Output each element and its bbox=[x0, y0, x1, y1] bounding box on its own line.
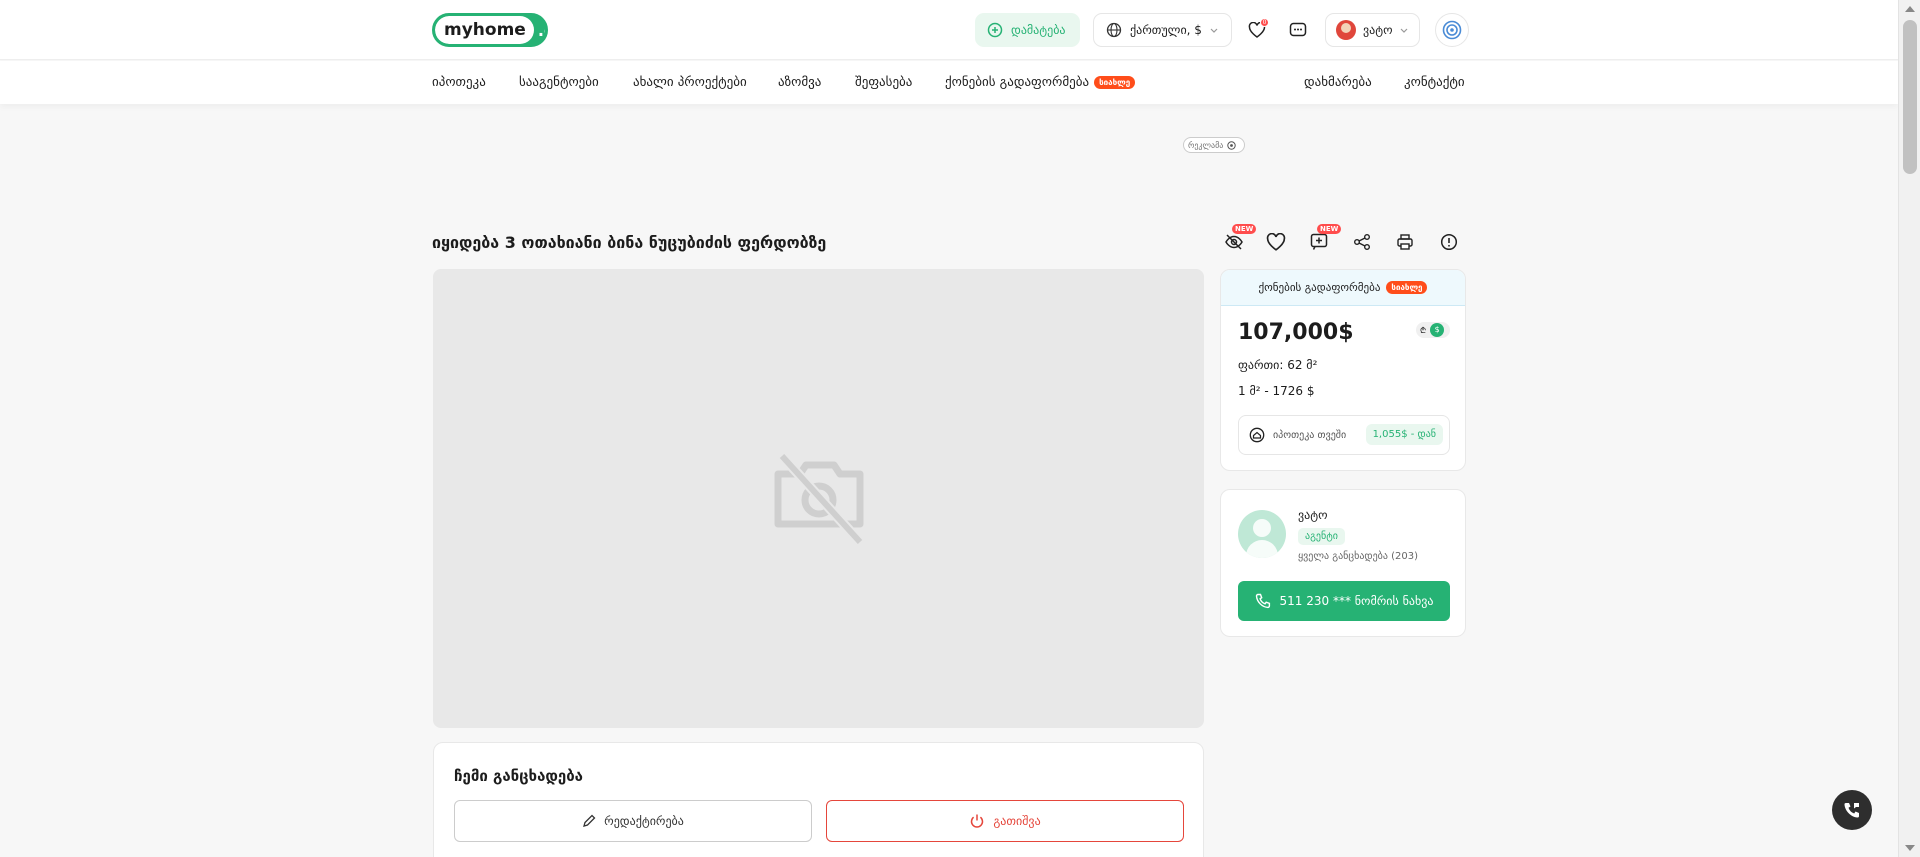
nav-label: აზომვა bbox=[778, 75, 822, 90]
nav-item-new-projects[interactable]: ახალი პროექტები bbox=[633, 75, 747, 90]
currency-toggle[interactable]: ₾ $ bbox=[1416, 322, 1450, 338]
chat-icon bbox=[1289, 22, 1307, 36]
photo-gallery[interactable] bbox=[433, 269, 1204, 728]
edit-listing-label: რედაქტირება bbox=[604, 814, 684, 828]
agent-avatar[interactable] bbox=[1238, 510, 1286, 558]
chevron-down-icon bbox=[1210, 28, 1218, 33]
listing-price: 107,000$ bbox=[1238, 320, 1354, 345]
share-icon bbox=[1354, 234, 1370, 250]
logo-main-text: myhome bbox=[435, 16, 534, 44]
add-note-button[interactable]: NEW bbox=[1307, 224, 1342, 254]
new-badge: სიახლე bbox=[1094, 76, 1136, 89]
user-avatar bbox=[1336, 20, 1356, 40]
language-currency-select[interactable]: ქართული, $ bbox=[1093, 13, 1232, 47]
nav-item-property-transfer[interactable]: ქონების გადაფორმება სიახლე bbox=[945, 75, 1136, 90]
chevron-down-icon bbox=[1400, 28, 1407, 33]
listing-area: ფართი: 62 მ² bbox=[1238, 358, 1318, 372]
hide-listing-button[interactable]: NEW bbox=[1222, 224, 1257, 254]
agent-card: ვატო აგენტი ყველა განცხადება (203) 511 2… bbox=[1220, 489, 1466, 637]
scroll-up-arrow[interactable] bbox=[1905, 6, 1915, 12]
nav-item-contact[interactable]: კონტაქტი bbox=[1404, 75, 1465, 90]
my-listing-title: ჩემი განცხადება bbox=[454, 767, 583, 785]
currency-gel: ₾ bbox=[1420, 325, 1427, 335]
mortgage-calculator[interactable]: იპოთეკა თვეში 1,055$ - დან bbox=[1238, 415, 1450, 455]
plus-circle-icon bbox=[987, 22, 1003, 38]
nav-item-mortgage[interactable]: იპოთეკა bbox=[432, 75, 486, 90]
tnet-logo-icon bbox=[1442, 20, 1462, 40]
nav-label: ახალი პროექტები bbox=[633, 75, 747, 90]
price-card: ქონების გადაფორმება სიახლე 107,000$ ₾ $ … bbox=[1220, 269, 1466, 471]
mortgage-label: იპოთეკა თვეში bbox=[1273, 429, 1347, 441]
nav-label: დახმარება bbox=[1304, 75, 1372, 90]
favorite-listing-button[interactable] bbox=[1264, 230, 1288, 254]
nav-label: ქონების გადაფორმება bbox=[945, 75, 1090, 90]
deactivate-listing-button[interactable]: გათიშვა bbox=[826, 800, 1184, 842]
favorites-button[interactable]: 0 bbox=[1245, 18, 1269, 42]
nav-item-measurement[interactable]: აზომვა bbox=[778, 75, 821, 90]
nav-item-agencies[interactable]: სააგენტოები bbox=[519, 75, 599, 90]
language-currency-label: ქართული, $ bbox=[1130, 23, 1202, 37]
tnet-services-button[interactable] bbox=[1435, 13, 1469, 47]
no-image-icon bbox=[774, 452, 864, 545]
pencil-icon bbox=[583, 814, 596, 827]
add-listing-label: დამატება bbox=[1011, 23, 1066, 37]
nav-label: შეფასება bbox=[855, 75, 913, 90]
info-circle-icon bbox=[1440, 233, 1458, 251]
edit-listing-button[interactable]: რედაქტირება bbox=[454, 800, 812, 842]
top-header: myhome .ge დამატება ქართული, $ 0 ვატო bbox=[0, 0, 1898, 60]
phone-chat-icon bbox=[1844, 803, 1859, 818]
report-button[interactable] bbox=[1437, 230, 1461, 254]
nav-item-valuation[interactable]: შეფასება bbox=[855, 75, 912, 90]
scrollbar-thumb[interactable] bbox=[1903, 20, 1917, 174]
messages-button[interactable] bbox=[1286, 18, 1310, 42]
note-plus-icon bbox=[1310, 233, 1328, 250]
print-button[interactable] bbox=[1393, 230, 1417, 254]
heart-icon bbox=[1266, 233, 1286, 251]
user-menu-button[interactable]: ვატო bbox=[1325, 13, 1420, 47]
logo-suffix-text: .ge bbox=[537, 20, 545, 40]
main-navigation: იპოთეკა სააგენტოები ახალი პროექტები აზომ… bbox=[0, 61, 1898, 104]
scroll-down-arrow[interactable] bbox=[1905, 845, 1915, 851]
agent-name[interactable]: ვატო bbox=[1298, 508, 1328, 522]
deactivate-listing-label: გათიშვა bbox=[993, 814, 1041, 828]
new-tag: NEW bbox=[1317, 224, 1342, 234]
phone-icon bbox=[1255, 593, 1270, 609]
ad-label[interactable]: რეკლამა bbox=[1183, 137, 1245, 153]
nav-label: სააგენტოები bbox=[519, 75, 599, 90]
nav-label: იპოთეკა bbox=[432, 75, 486, 90]
my-listing-section: ჩემი განცხადება რედაქტირება გათიშვა bbox=[433, 742, 1204, 857]
favorites-count-badge: 0 bbox=[1260, 18, 1269, 27]
show-phone-button[interactable]: 511 230 *** ნომრის ნახვა bbox=[1238, 581, 1450, 621]
new-tag: NEW bbox=[1232, 224, 1257, 234]
currency-usd: $ bbox=[1430, 323, 1445, 337]
eye-off-icon bbox=[1225, 234, 1243, 250]
banner-label: ქონების გადაფორმება bbox=[1258, 281, 1381, 294]
ad-label-text: რეკლამა bbox=[1188, 140, 1224, 150]
nav-item-help[interactable]: დახმარება bbox=[1304, 75, 1372, 90]
agent-role-badge: აგენტი bbox=[1298, 528, 1345, 545]
agent-all-listings-link[interactable]: ყველა განცხადება (203) bbox=[1298, 551, 1418, 562]
page-scrollbar[interactable] bbox=[1898, 0, 1920, 857]
ad-info-icon bbox=[1227, 140, 1237, 150]
power-icon bbox=[971, 814, 984, 828]
property-transfer-banner[interactable]: ქონების გადაფორმება სიახლე bbox=[1221, 270, 1465, 306]
show-phone-label: 511 230 *** ნომრის ნახვა bbox=[1279, 594, 1434, 608]
floating-call-button[interactable] bbox=[1832, 790, 1872, 830]
share-button[interactable] bbox=[1350, 230, 1374, 254]
user-name: ვატო bbox=[1363, 23, 1393, 37]
mortgage-value: 1,055$ - დან bbox=[1365, 424, 1443, 445]
new-badge: სიახლე bbox=[1386, 281, 1428, 294]
nav-label: კონტაქტი bbox=[1404, 75, 1465, 90]
printer-icon bbox=[1397, 234, 1413, 250]
globe-icon bbox=[1106, 22, 1122, 38]
price-per-square-meter: 1 მ² - 1726 $ bbox=[1238, 384, 1315, 398]
listing-title: იყიდება 3 ოთახიანი ბინა ნუცუბიძის ფერდობ… bbox=[432, 233, 827, 252]
home-icon bbox=[1249, 427, 1265, 443]
add-listing-button[interactable]: დამატება bbox=[975, 13, 1080, 47]
myhome-logo[interactable]: myhome .ge bbox=[432, 13, 548, 47]
